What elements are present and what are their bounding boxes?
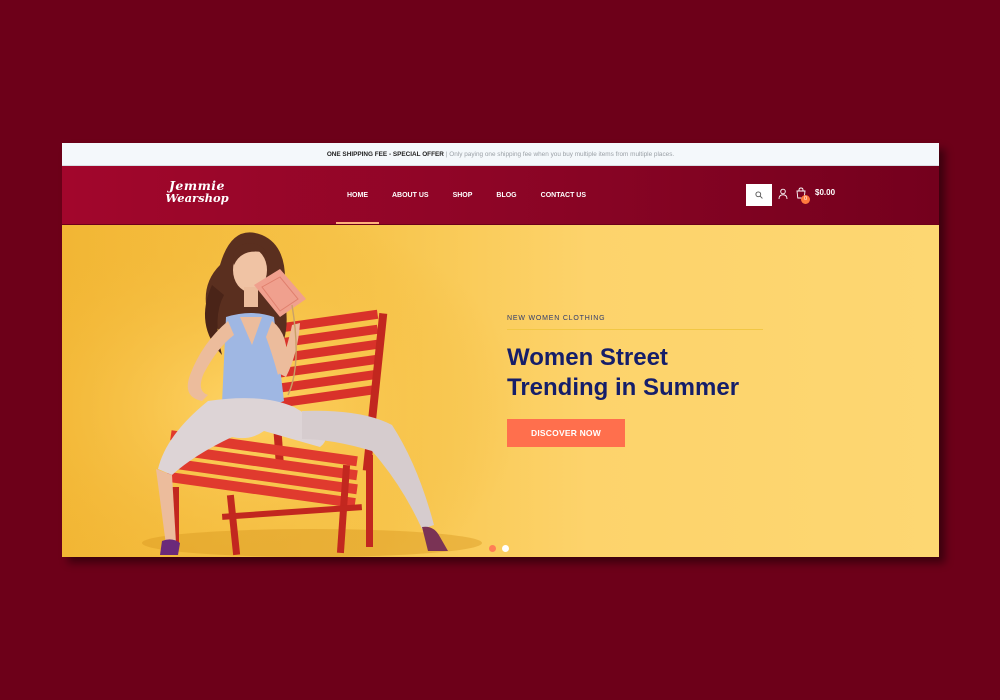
nav-contact-us[interactable]: CONTACT US [529,166,598,224]
site-header: Jemmie Wearshop HOME ABOUT US SHOP BLOG … [62,166,939,224]
nav-blog[interactable]: BLOG [484,166,528,224]
website-frame: ONE SHIPPING FEE - SPECIAL OFFER | Only … [62,143,939,557]
hero-model-image [62,225,522,557]
slider-dot-1[interactable] [489,545,496,552]
slider-dot-2[interactable] [502,545,509,552]
search-icon [755,191,763,199]
announcement-bar: ONE SHIPPING FEE - SPECIAL OFFER | Only … [62,143,939,166]
user-icon[interactable] [778,188,788,200]
main-nav: HOME ABOUT US SHOP BLOG CONTACT US [335,166,598,224]
offer-title: ONE SHIPPING FEE - SPECIAL OFFER [326,150,444,158]
hero-kicker: NEW WOMEN CLOTHING [507,315,606,322]
hero-title-line-1: Women Street [507,344,668,371]
nav-about-us[interactable]: ABOUT US [380,166,441,224]
hero-slider: NEW WOMEN CLOTHING Women Street Trending… [62,225,939,557]
offer-text: | Only paying one shipping fee when you … [445,150,675,158]
discover-now-button[interactable]: DISCOVER NOW [507,419,625,447]
hero-title-line-2: Trending in Summer [507,374,740,401]
nav-home[interactable]: HOME [335,166,380,224]
hero-divider [507,329,763,330]
nav-shop[interactable]: SHOP [441,166,485,224]
search-button[interactable] [746,184,772,206]
logo-line-2: Wearshop [165,191,229,205]
cart-count-badge: 0 [801,195,810,204]
cart-total[interactable]: $0.00 [815,188,835,197]
site-logo[interactable]: Jemmie Wearshop [162,179,232,205]
hero-title: Women Street Trending in Summer [507,343,847,403]
